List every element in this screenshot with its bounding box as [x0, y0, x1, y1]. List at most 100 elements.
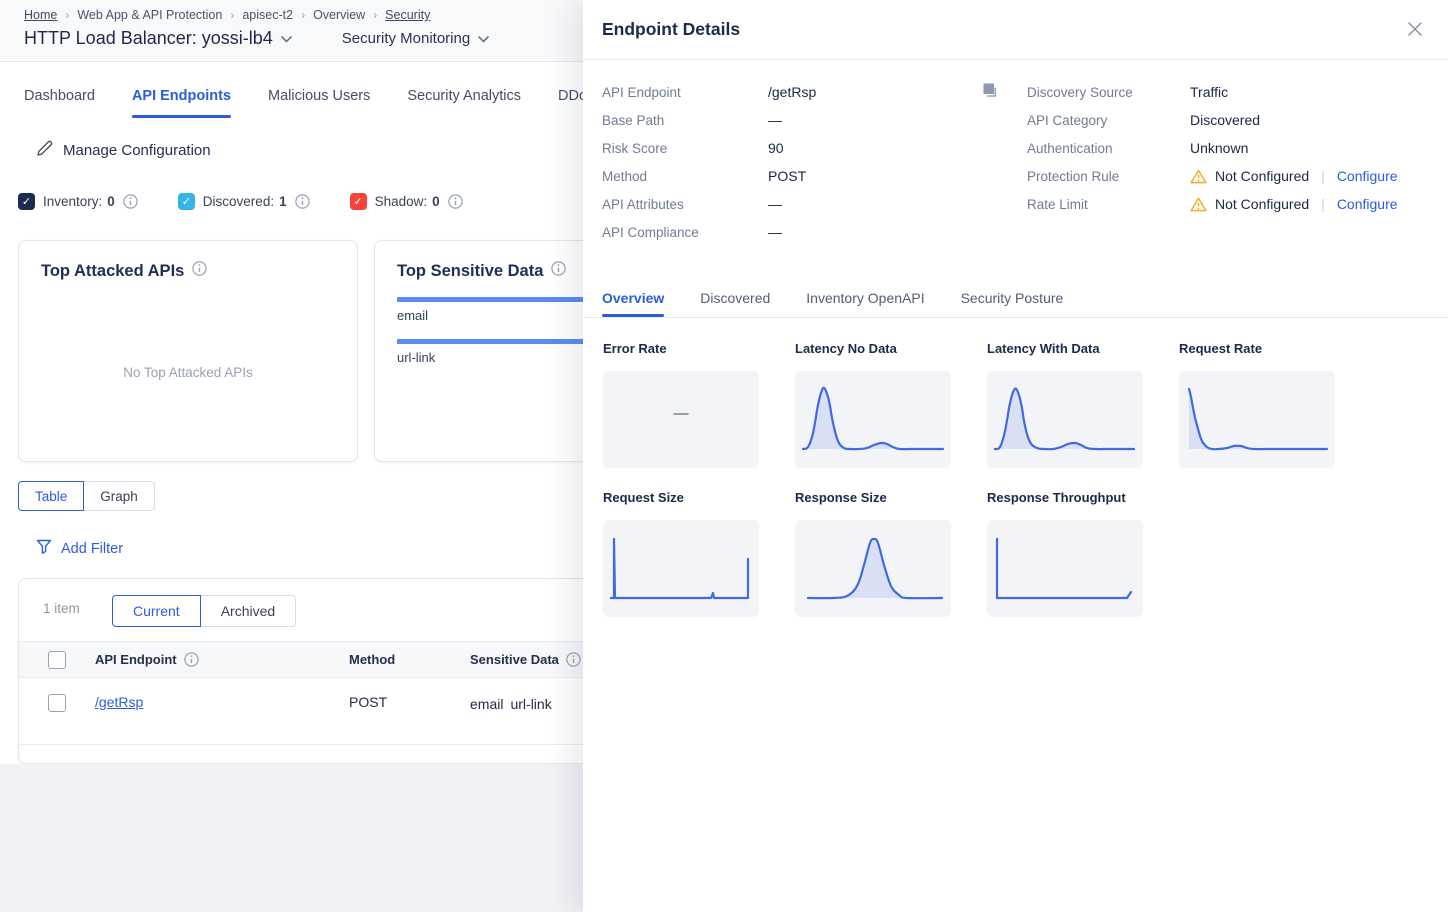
detail-label: Protection Rule: [1027, 169, 1190, 184]
detail-value: Unknown: [1190, 140, 1248, 156]
view-graph-button[interactable]: Graph: [84, 481, 155, 511]
info-icon[interactable]: [295, 194, 310, 209]
page-title: HTTP Load Balancer: yossi-lb4: [24, 28, 273, 49]
detail-row: Base Path—: [602, 106, 1027, 134]
chart-block: Request Rate: [1179, 341, 1335, 468]
sensitive-data-cell: emailurl-link: [470, 694, 552, 714]
chart-title: Request Size: [603, 490, 759, 505]
info-icon[interactable]: [192, 261, 207, 281]
column-header-label: API Endpoint: [95, 652, 177, 667]
detail-value: 90: [768, 140, 784, 156]
column-header: Sensitive Data: [470, 652, 581, 667]
detail-row: MethodPOST: [602, 162, 1027, 190]
detail-label: API Compliance: [602, 225, 768, 240]
chart-title: Latency No Data: [795, 341, 951, 356]
sensitive-data-value: url-link: [510, 694, 551, 714]
app-root: Home›Web App & API Protection›apisec-t2›…: [0, 0, 1448, 912]
detail-value: —: [768, 112, 782, 128]
add-filter-label: Add Filter: [61, 541, 123, 557]
copy-icon[interactable]: [982, 82, 999, 99]
breadcrumb-separator-icon: ›: [301, 8, 305, 22]
detail-row: Rate LimitNot Configured|Configure: [1027, 190, 1428, 218]
chart-block: Error Rate —: [603, 341, 759, 468]
detail-value-text: Not Configured: [1215, 196, 1309, 212]
chart-card: —: [603, 371, 759, 468]
row-checkbox-cell: [19, 694, 95, 712]
view-table-button[interactable]: Table: [18, 481, 84, 511]
chart-block: Response Size: [795, 490, 951, 617]
configure-link[interactable]: Configure: [1337, 168, 1398, 184]
tab-security-analytics[interactable]: Security Analytics: [407, 74, 521, 118]
row-checkbox[interactable]: [48, 694, 66, 712]
chart-title: Response Size: [795, 490, 951, 505]
chart-block: Request Size: [603, 490, 759, 617]
panel-tab-discovered[interactable]: Discovered: [700, 290, 770, 317]
title-row: HTTP Load Balancer: yossi-lb4 Security M…: [24, 28, 489, 49]
breadcrumb-item[interactable]: Web App & API Protection: [77, 8, 222, 22]
detail-row: Risk Score90: [602, 134, 1027, 162]
tab-malicious-users[interactable]: Malicious Users: [268, 74, 370, 118]
chevron-down-icon[interactable]: [478, 30, 489, 48]
chart-card: [987, 371, 1143, 468]
info-icon[interactable]: [192, 262, 207, 280]
detail-row: API Attributes—: [602, 190, 1027, 218]
tab-dashboard[interactable]: Dashboard: [24, 74, 95, 118]
legend-item: ✓Inventory: 0: [18, 193, 138, 210]
close-icon[interactable]: [1408, 22, 1422, 36]
pencil-icon: [36, 140, 53, 161]
endpoint-link[interactable]: /getRsp: [95, 694, 143, 710]
state-archived-button[interactable]: Archived: [201, 595, 296, 627]
header-checkbox-cell: [19, 651, 95, 669]
info-icon[interactable]: [123, 194, 138, 209]
panel-tab-security-posture[interactable]: Security Posture: [961, 290, 1064, 317]
legend-label: Shadow:: [375, 194, 428, 209]
chart-title: Error Rate: [603, 341, 759, 356]
panel-title: Endpoint Details: [602, 19, 740, 40]
legend-checkbox[interactable]: ✓: [350, 193, 367, 210]
breadcrumb-item[interactable]: apisec-t2: [242, 8, 293, 22]
info-icon[interactable]: [551, 261, 566, 281]
panel-tab-inventory-openapi[interactable]: Inventory OpenAPI: [806, 290, 924, 317]
detail-label: API Endpoint: [602, 85, 768, 100]
breadcrumb-item[interactable]: Home: [24, 8, 57, 22]
detail-value: Not Configured|Configure: [1190, 168, 1398, 184]
top-attacked-apis-card: Top Attacked APIs No Top Attacked APIs: [18, 240, 358, 462]
current-archived-toggle: CurrentArchived: [112, 595, 296, 627]
legend-checkbox[interactable]: ✓: [178, 193, 195, 210]
legend-checkbox[interactable]: ✓: [18, 193, 35, 210]
chart-block: Response Throughput: [987, 490, 1143, 617]
details-left-column: API Endpoint/getRspBase Path—Risk Score9…: [602, 78, 1027, 246]
add-filter-button[interactable]: Add Filter: [36, 539, 123, 558]
manage-configuration-button[interactable]: Manage Configuration: [36, 140, 211, 161]
column-header-label: Method: [349, 652, 395, 667]
breadcrumb-separator-icon: ›: [230, 8, 234, 22]
panel-tab-overview[interactable]: Overview: [602, 290, 664, 317]
legend-label: Discovered:: [203, 194, 274, 209]
chart-title: Response Throughput: [987, 490, 1143, 505]
chevron-down-icon[interactable]: [281, 30, 292, 48]
info-icon[interactable]: [551, 262, 566, 280]
legend-count: 1: [279, 194, 287, 209]
chart-block: Latency With Data: [987, 341, 1143, 468]
detail-label: Method: [602, 169, 768, 184]
breadcrumb-item[interactable]: Overview: [313, 8, 365, 22]
select-all-checkbox[interactable]: [48, 651, 66, 669]
info-icon[interactable]: [566, 652, 581, 667]
endpoint-details-panel: Endpoint Details API Endpoint/getRspBase…: [583, 0, 1448, 912]
state-current-button[interactable]: Current: [112, 595, 201, 627]
configure-link[interactable]: Configure: [1337, 196, 1398, 212]
tab-api-endpoints[interactable]: API Endpoints: [132, 74, 231, 118]
details-right-column: Discovery SourceTrafficAPI CategoryDisco…: [1027, 78, 1428, 246]
chart-title: Request Rate: [1179, 341, 1335, 356]
info-icon[interactable]: [448, 194, 463, 209]
detail-value: Discovered: [1190, 112, 1260, 128]
panel-tabs-divider: [583, 317, 1448, 318]
breadcrumb-item[interactable]: Security: [385, 8, 430, 22]
detail-value: Not Configured|Configure: [1190, 196, 1398, 212]
detail-label: API Category: [1027, 113, 1190, 128]
detail-value: POST: [768, 168, 806, 184]
monitoring-select[interactable]: Security Monitoring: [342, 30, 470, 47]
manage-configuration-label: Manage Configuration: [63, 142, 211, 159]
info-icon[interactable]: [184, 652, 199, 667]
api-type-legend: ✓Inventory: 0✓Discovered: 1✓Shadow: 0: [18, 193, 463, 210]
